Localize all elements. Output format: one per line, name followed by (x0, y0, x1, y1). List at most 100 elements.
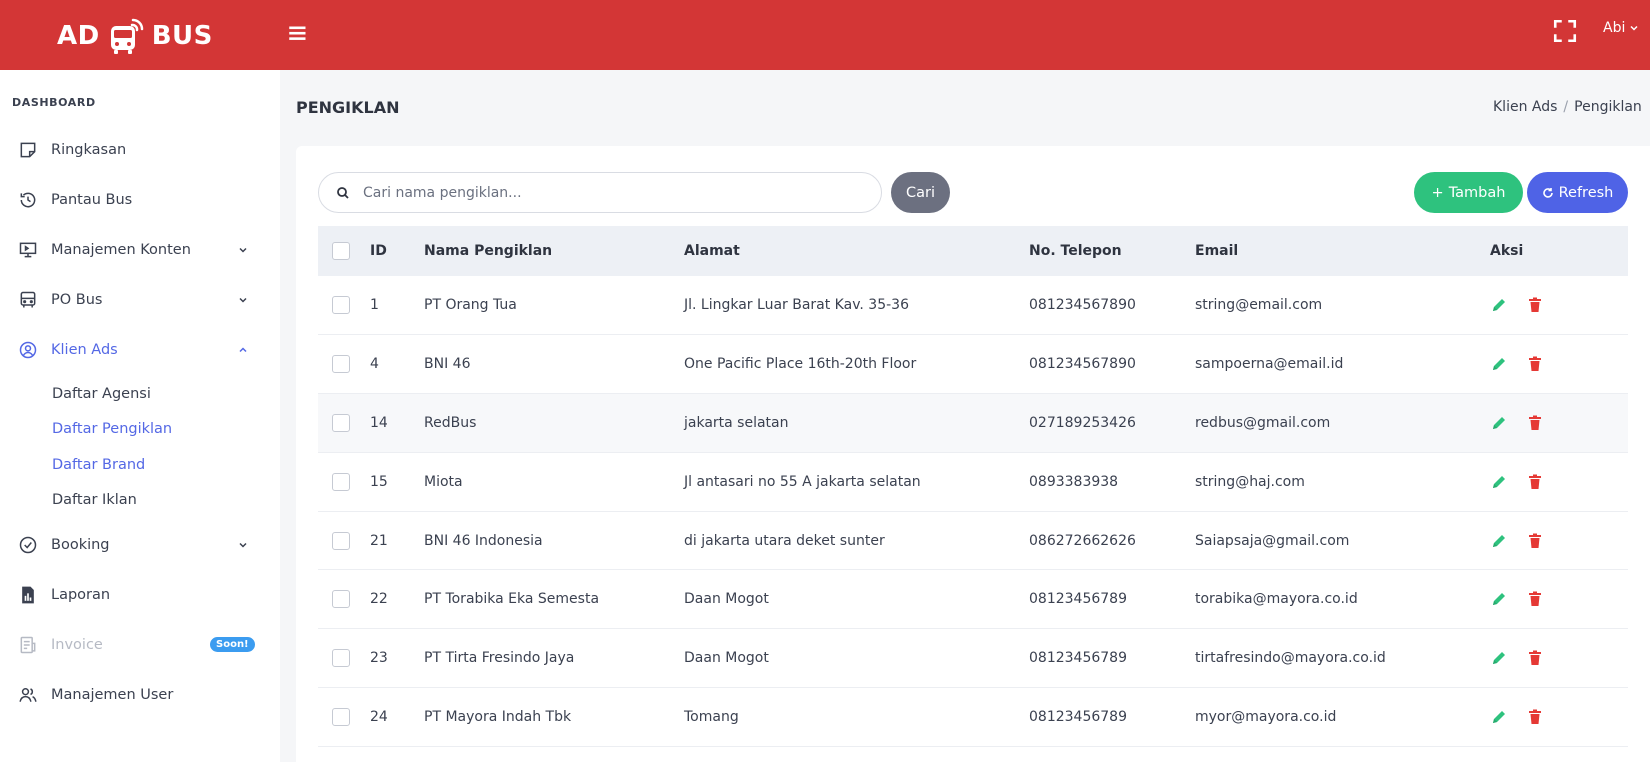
sidebar-subitem-daftar-pengiklan[interactable]: Daftar Pengiklan (52, 421, 172, 437)
edit-icon[interactable] (1490, 649, 1508, 667)
row-checkbox[interactable] (332, 413, 350, 432)
cell-address: Tomang (684, 708, 739, 725)
row-checkbox[interactable] (332, 590, 350, 609)
delete-icon[interactable] (1526, 355, 1544, 373)
column-header-id[interactable]: ID (370, 226, 424, 276)
select-all-checkbox[interactable] (332, 242, 350, 260)
breadcrumb-item-pengiklan: Pengiklan (1574, 99, 1642, 115)
edit-icon[interactable] (1490, 414, 1508, 432)
chevron-down-icon (1630, 25, 1638, 31)
delete-icon[interactable] (1526, 296, 1544, 314)
sidebar-section-title: DASHBOARD (12, 96, 96, 109)
row-checkbox-cell (318, 570, 370, 629)
users-icon (19, 688, 37, 702)
sidebar-subitem-daftar-iklan[interactable]: Daftar Iklan (52, 492, 137, 508)
row-actions (1490, 355, 1628, 373)
table-row[interactable]: 15 Miota Jl antasari no 55 A jakarta selat… (318, 452, 1628, 512)
delete-icon[interactable] (1526, 473, 1544, 491)
row-actions (1490, 296, 1628, 314)
user-menu[interactable]: Abi (1603, 20, 1639, 36)
delete-icon[interactable] (1526, 414, 1544, 432)
search-input[interactable] (363, 181, 863, 205)
add-button[interactable]: + Tambah (1414, 172, 1523, 213)
cell-actions (1490, 511, 1628, 570)
logo-text-left: AD (57, 21, 100, 51)
cell-id: 23 (370, 650, 388, 667)
sidebar-item-pantau-bus[interactable]: Pantau Bus (0, 180, 280, 220)
fullscreen-icon[interactable] (1552, 18, 1578, 44)
table-row[interactable]: 22 PT Torabika Eka Semesta Daan Mogot 08123… (318, 570, 1628, 629)
user-name: Abi (1603, 20, 1626, 36)
cell-address: Jl antasari no 55 A jakarta selatan (684, 473, 921, 490)
sidebar-item-manajemen-user[interactable]: Manajemen User (0, 675, 280, 715)
column-header-actions: Aksi (1490, 243, 1524, 259)
sidebar-item-booking[interactable]: Booking (0, 525, 280, 565)
row-checkbox[interactable] (332, 707, 350, 726)
sidebar-item-label: Pantau Bus (51, 192, 133, 208)
row-checkbox-cell (318, 394, 370, 453)
sidebar-item-ringkasan[interactable]: Ringkasan (0, 130, 280, 170)
cell-actions (1490, 335, 1628, 394)
cell-email: sampoerna@email.id (1195, 356, 1344, 373)
table-header-row: ID Nama Pengiklan Alamat No. Telepon Ema… (318, 226, 1628, 276)
cell-id: 4 (370, 356, 379, 373)
row-checkbox[interactable] (332, 472, 350, 491)
sidebar-item-label: Booking (51, 537, 110, 553)
bus-icon (110, 18, 143, 54)
delete-icon[interactable] (1526, 590, 1544, 608)
edit-icon[interactable] (1490, 532, 1508, 550)
column-header-address[interactable]: Alamat (684, 226, 1029, 276)
delete-icon[interactable] (1526, 532, 1544, 550)
row-checkbox[interactable] (332, 296, 350, 315)
cell-name: PT Tirta Fresindo Jaya (424, 650, 575, 667)
cell-email: redbus@gmail.com (1195, 414, 1331, 431)
table-row[interactable]: 4 BNI 46 One Pacific Place 16th-20th Floor… (318, 335, 1628, 394)
cell-address: Daan Mogot (684, 650, 769, 667)
sidebar-subitem-daftar-brand[interactable]: Daftar Brand (52, 457, 145, 473)
sidebar-item-po-bus[interactable]: PO Bus (0, 280, 280, 320)
table-row[interactable]: 14 RedBus jakarta selatan 027189253426 redbu… (318, 393, 1628, 453)
refresh-button[interactable]: Refresh (1527, 172, 1628, 213)
delete-icon[interactable] (1526, 649, 1544, 667)
edit-icon[interactable] (1490, 355, 1508, 373)
cell-phone: 081234567890 (1029, 356, 1136, 373)
search-button[interactable]: Cari (891, 172, 950, 213)
hamburger-menu-icon[interactable] (286, 20, 312, 46)
table-row[interactable]: 21 BNI 46 Indonesia di jakarta utara deket… (318, 511, 1628, 570)
edit-icon[interactable] (1490, 708, 1508, 726)
check-circle-icon (19, 536, 37, 554)
table-row[interactable]: 1 PT Orang Tua Jl. Lingkar Luar Barat Kav.… (318, 276, 1628, 335)
cell-id: 1 (370, 297, 379, 314)
delete-icon[interactable] (1526, 708, 1544, 726)
sidebar-item-label: Laporan (51, 587, 111, 603)
column-header-name[interactable]: Nama Pengiklan (424, 226, 684, 276)
row-checkbox[interactable] (332, 355, 350, 374)
cell-phone: 08123456789 (1029, 591, 1127, 608)
sidebar-item-laporan[interactable]: Laporan (0, 575, 280, 615)
edit-icon[interactable] (1490, 296, 1508, 314)
sidebar-item-klien-ads[interactable]: Klien Ads (0, 330, 280, 370)
cell-address: jakarta selatan (684, 414, 789, 431)
cell-phone: 081234567890 (1029, 297, 1136, 314)
advertisers-table: ID Nama Pengiklan Alamat No. Telepon Ema… (318, 226, 1628, 747)
sidebar-subitem-daftar-agensi[interactable]: Daftar Agensi (52, 386, 151, 402)
cell-phone: 0893383938 (1029, 473, 1119, 490)
cell-name: PT Orang Tua (424, 297, 517, 314)
cell-id: 14 (370, 414, 388, 431)
column-header-email[interactable]: Email (1195, 226, 1490, 276)
table-body: 1 PT Orang Tua Jl. Lingkar Luar Barat Kav.… (318, 276, 1628, 747)
row-checkbox[interactable] (332, 531, 350, 550)
edit-icon[interactable] (1490, 473, 1508, 491)
sidebar-item-label: Klien Ads (51, 342, 118, 358)
edit-icon[interactable] (1490, 590, 1508, 608)
column-header-phone[interactable]: No. Telepon (1029, 226, 1195, 276)
cell-email: string@haj.com (1195, 473, 1305, 490)
breadcrumb-item-klien-ads[interactable]: Klien Ads (1493, 99, 1557, 115)
sidebar-item-invoice: Invoice Soon! (0, 625, 280, 665)
table-row[interactable]: 24 PT Mayora Indah Tbk Tomang 08123456789 my… (318, 688, 1628, 747)
table-row[interactable]: 23 PT Tirta Fresindo Jaya Daan Mogot 081234… (318, 629, 1628, 688)
row-checkbox[interactable] (332, 649, 350, 668)
app-logo[interactable]: AD BUS (57, 14, 213, 58)
sidebar-item-manajemen-konten[interactable]: Manajemen Konten (0, 230, 280, 270)
row-checkbox-cell (318, 452, 370, 511)
